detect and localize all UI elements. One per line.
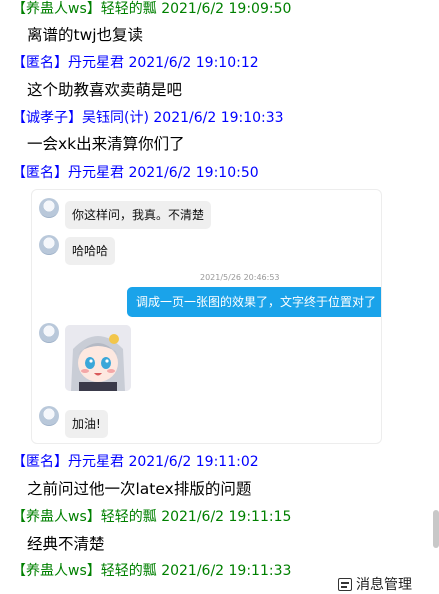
chat-bubble: 加油! bbox=[65, 410, 108, 438]
chat-timestamp: 2021/5/26 20:46:53 bbox=[200, 273, 280, 282]
message-text: 之前问过他一次latex排版的问题 bbox=[27, 480, 252, 498]
forwarded-chat-image[interactable]: 你这样问，我真。不清楚 哈哈哈 2021/5/26 20:46:53 调成一页一… bbox=[31, 189, 382, 444]
avatar bbox=[39, 406, 59, 426]
message-manager-button[interactable]: 消息管理 bbox=[338, 574, 412, 594]
message-header: 【匿名】丹元星君 2021/6/2 19:10:50 bbox=[12, 165, 259, 181]
sent-chat-bubble: 调成一页一张图的效果了，文字终于位置对了 bbox=[127, 287, 381, 317]
message-header: 【匿名】丹元星君 2021/6/2 19:10:12 bbox=[12, 55, 259, 71]
message-text: 经典不清楚 bbox=[27, 535, 105, 553]
anime-sticker-image bbox=[65, 325, 131, 391]
message-header: 【养蛊人ws】轻轻的瓢 2021/6/2 19:09:50 bbox=[12, 1, 292, 17]
chat-bubble: 哈哈哈 bbox=[65, 237, 116, 265]
message-manager-label: 消息管理 bbox=[356, 577, 412, 593]
avatar bbox=[39, 235, 59, 255]
message-header: 【匿名】丹元星君 2021/6/2 19:11:02 bbox=[12, 454, 259, 470]
message-text: 这个助教喜欢卖萌是吧 bbox=[27, 81, 183, 99]
message-text: 一会xk出来清算你们了 bbox=[27, 135, 185, 153]
avatar bbox=[39, 323, 59, 343]
message-header: 【养蛊人ws】轻轻的瓢 2021/6/2 19:11:15 bbox=[12, 509, 292, 525]
chat-bubble: 你这样问，我真。不清楚 bbox=[65, 201, 212, 229]
scrollbar-thumb[interactable] bbox=[433, 510, 439, 548]
message-header: 【诚孝子】吴钰同(计) 2021/6/2 19:10:33 bbox=[12, 110, 284, 126]
message-header: 【养蛊人ws】轻轻的瓢 2021/6/2 19:11:33 bbox=[12, 563, 292, 579]
message-manager-icon bbox=[338, 578, 352, 591]
avatar bbox=[39, 198, 59, 218]
message-text: 离谱的twj也复读 bbox=[27, 26, 144, 44]
